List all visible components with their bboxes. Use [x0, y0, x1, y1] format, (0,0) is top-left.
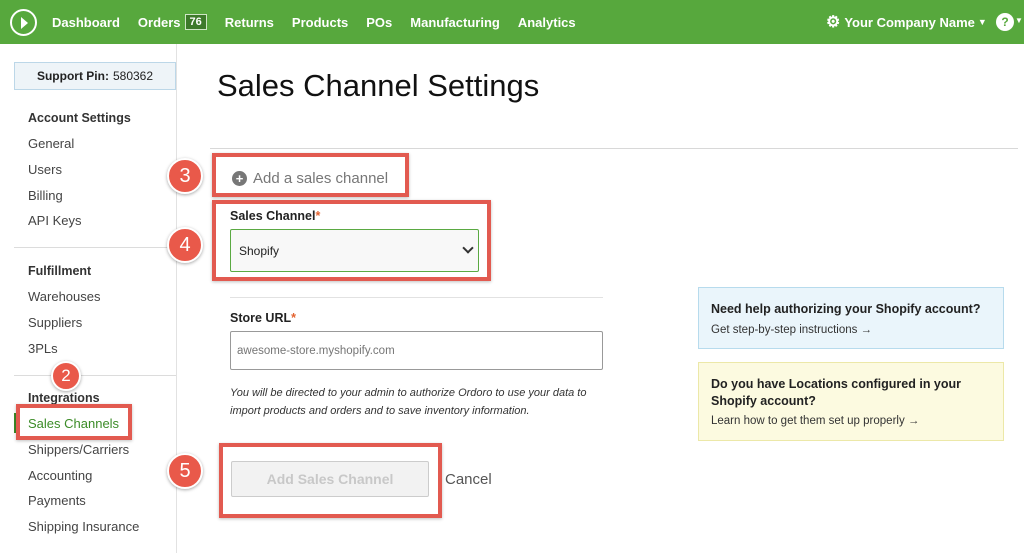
sidebar-divider	[14, 375, 176, 376]
step-by-step-link[interactable]: Get step-by-step instructions →	[711, 324, 991, 336]
orders-count-badge: 76	[184, 14, 207, 30]
locations-setup-link[interactable]: Learn how to get them set up properly →	[711, 415, 991, 427]
callout-number-4: 4	[167, 227, 203, 263]
sidebar-item-accounting[interactable]: Accounting	[28, 468, 92, 483]
nav-dashboard[interactable]: Dashboard	[52, 15, 120, 30]
callout-number-3: 3	[167, 158, 203, 194]
top-navigation-bar: Dashboard Orders 76 Returns Products POs…	[0, 0, 1024, 44]
chevron-down-icon: ▼	[977, 17, 987, 27]
shopify-auth-help-box: Need help authorizing your Shopify accou…	[698, 287, 1004, 349]
callout-number-2: 2	[51, 361, 81, 391]
authorization-help-text: You will be directed to your admin to au…	[230, 387, 587, 417]
gear-icon: ⚙	[826, 14, 841, 31]
callout-box-sales-channel-select	[212, 200, 491, 281]
callout-box-add-button	[219, 443, 442, 518]
section-integrations: Integrations	[28, 391, 100, 405]
shopify-locations-title: Do you have Locations configured in your…	[711, 377, 962, 408]
company-menu[interactable]: ⚙ Your Company Name ▼	[826, 0, 987, 44]
sidebar-item-general[interactable]: General	[28, 136, 74, 151]
nav-orders[interactable]: Orders 76	[138, 14, 207, 30]
shopify-auth-help-title: Need help authorizing your Shopify accou…	[711, 302, 981, 316]
sidebar-divider	[14, 247, 176, 248]
required-mark: *	[291, 311, 296, 325]
callout-box-sales-channels	[16, 404, 132, 440]
section-fulfillment: Fulfillment	[28, 264, 92, 278]
sidebar-item-api-keys[interactable]: API Keys	[28, 213, 81, 228]
sidebar-item-payments[interactable]: Payments	[28, 493, 86, 508]
sidebar-item-shipping-insurance[interactable]: Shipping Insurance	[28, 519, 139, 534]
nav-pos[interactable]: POs	[366, 15, 392, 30]
sidebar-item-suppliers[interactable]: Suppliers	[28, 315, 82, 330]
callout-number-5: 5	[167, 453, 203, 489]
sidebar-item-warehouses[interactable]: Warehouses	[28, 289, 101, 304]
form-divider	[230, 297, 603, 298]
support-pin-label: Support Pin:	[36, 69, 109, 83]
help-chevron-down-icon[interactable]: ▼	[1015, 16, 1023, 25]
sidebar-item-3pls[interactable]: 3PLs	[28, 341, 58, 356]
nav-products[interactable]: Products	[292, 15, 348, 30]
main-nav: Dashboard Orders 76 Returns Products POs…	[52, 0, 594, 44]
store-url-input[interactable]	[230, 331, 603, 370]
callout-box-add-channel	[212, 153, 409, 197]
sidebar-item-shippers-carriers[interactable]: Shippers/Carriers	[28, 442, 129, 457]
settings-sidebar: Support Pin: 580362 Account Settings Gen…	[14, 44, 177, 553]
cancel-link[interactable]: Cancel	[445, 471, 492, 488]
help-icon[interactable]: ?	[996, 13, 1014, 31]
page-title: Sales Channel Settings	[217, 68, 540, 103]
store-url-label: Store URL*	[230, 311, 296, 325]
nav-manufacturing[interactable]: Manufacturing	[410, 15, 500, 30]
company-name: Your Company Name	[844, 14, 975, 30]
nav-returns[interactable]: Returns	[225, 15, 274, 30]
support-pin-value: 580362	[112, 69, 154, 83]
support-pin: Support Pin: 580362	[14, 62, 176, 90]
nav-orders-label: Orders	[137, 14, 181, 30]
ordoro-logo-icon[interactable]	[10, 9, 37, 36]
sidebar-item-billing[interactable]: Billing	[28, 188, 63, 203]
shopify-locations-box: Do you have Locations configured in your…	[698, 362, 1004, 441]
sidebar-item-users[interactable]: Users	[28, 162, 62, 177]
nav-analytics[interactable]: Analytics	[518, 15, 576, 30]
section-account-settings: Account Settings	[28, 111, 131, 125]
store-url-label-text: Store URL	[230, 311, 292, 325]
title-divider	[210, 148, 1018, 149]
